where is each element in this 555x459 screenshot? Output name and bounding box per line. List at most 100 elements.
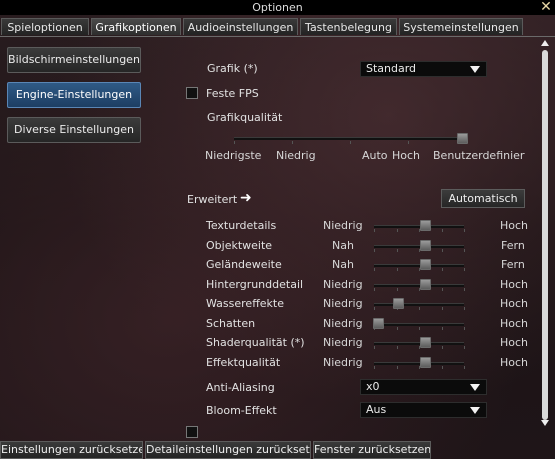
window-title: Optionen: [252, 1, 303, 14]
hintergrunddetail-max-label: Hoch: [500, 278, 529, 291]
tab-grafikoptionen[interactable]: Grafikoptionen: [91, 18, 181, 35]
grafik-label: Grafik (*): [207, 62, 258, 75]
bloom-dropdown[interactable]: Aus: [360, 402, 487, 418]
hintergrunddetail-track: [374, 284, 464, 287]
feste-fps-label: Feste FPS: [206, 87, 259, 100]
shaderqualität-min-label: Niedrig: [323, 336, 363, 349]
tab-systemeinstellungen[interactable]: Systemeinstellungen: [399, 18, 523, 35]
geländeweite-slider[interactable]: [420, 259, 431, 270]
cutoff-checkbox[interactable]: [186, 426, 198, 438]
objektweite-tick: [442, 249, 443, 252]
schatten-max-label: Hoch: [500, 317, 529, 330]
arrow-right-icon[interactable]: ➜: [240, 190, 252, 206]
effektqualität-tick: [374, 366, 375, 369]
schatten-tick: [464, 327, 465, 330]
reset-settings-button[interactable]: Einstellungen zurücksetzen: [0, 441, 143, 459]
geländeweite-track: [374, 264, 464, 267]
wassereffekte-max-label: Hoch: [500, 297, 529, 310]
scroll-down-icon[interactable]: [541, 420, 549, 426]
hintergrunddetail-tick: [374, 288, 375, 291]
shaderqualität-label: Shaderqualität (*): [206, 336, 305, 349]
texturdetails-slider[interactable]: [420, 220, 431, 231]
chevron-down-icon: [470, 407, 480, 414]
sidebar-item-engine-einstellungen[interactable]: Engine-Einstellungen: [7, 82, 141, 108]
shaderqualität-tick: [442, 346, 443, 349]
objektweite-label: Objektweite: [206, 239, 273, 252]
tab-tastenbelegung[interactable]: Tastenbelegung: [300, 18, 397, 35]
bloom-value: Aus: [366, 403, 387, 416]
shaderqualität-track: [374, 342, 464, 345]
tab-audioeinstellungen[interactable]: Audioeinstellungen: [183, 18, 298, 35]
bloom-label: Bloom-Effekt: [206, 404, 277, 417]
effektqualität-tick: [397, 366, 398, 369]
chevron-down-icon: [470, 384, 480, 391]
hintergrunddetail-tick: [442, 288, 443, 291]
effektqualität-tick: [442, 366, 443, 369]
grafikqualitaet-slider[interactable]: [457, 133, 468, 144]
objektweite-slider[interactable]: [420, 240, 431, 251]
objektweite-tick: [397, 249, 398, 252]
schatten-slider[interactable]: [373, 318, 384, 329]
quality-tick: [234, 141, 235, 144]
schatten-min-label: Niedrig: [323, 317, 363, 330]
effektqualität-min-label: Niedrig: [323, 356, 363, 369]
quality-level-benutzerdefiniert: Benutzerdefiniert: [433, 149, 525, 162]
schatten-tick: [442, 327, 443, 330]
hintergrunddetail-min-label: Niedrig: [323, 278, 363, 291]
sidebar-item-diverse-einstellungen[interactable]: Diverse Einstellungen: [7, 117, 141, 143]
automatisch-button[interactable]: Automatisch: [441, 189, 525, 208]
objektweite-min-label: Nah: [332, 239, 354, 252]
hintergrunddetail-tick: [464, 288, 465, 291]
wassereffekte-label: Wassereffekte: [206, 297, 284, 310]
scrollbar-thumb[interactable]: [542, 50, 548, 420]
grafikqualitaet-track: [234, 137, 465, 140]
anti-aliasing-dropdown[interactable]: x0: [360, 379, 487, 395]
grafikqualitaet-label: Grafikqualität: [207, 111, 283, 124]
reset-window-button[interactable]: Fenster zurücksetzen: [313, 441, 431, 459]
texturdetails-label: Texturdetails: [206, 219, 277, 232]
objektweite-max-label: Fern: [501, 239, 525, 252]
sidebar-item-bildschirmeinstellungen[interactable]: Bildschirmeinstellungen: [7, 47, 141, 73]
effektqualität-slider[interactable]: [420, 357, 431, 368]
shaderqualität-max-label: Hoch: [500, 336, 529, 349]
shaderqualität-slider[interactable]: [420, 337, 431, 348]
reset-detail-button[interactable]: Detaileinstellungen zurücksetzen: [145, 441, 311, 459]
wassereffekte-tick: [374, 307, 375, 310]
quality-tick: [292, 141, 293, 144]
scrollbar[interactable]: [541, 40, 550, 426]
close-icon[interactable]: ✕: [539, 0, 553, 15]
scroll-up-icon[interactable]: [541, 40, 549, 46]
objektweite-tick: [464, 249, 465, 252]
grafik-dropdown[interactable]: Standard: [360, 61, 487, 77]
schatten-tick: [397, 327, 398, 330]
tab-spieloptionen[interactable]: Spieloptionen: [1, 18, 89, 35]
effektqualität-tick: [464, 366, 465, 369]
hintergrunddetail-slider[interactable]: [420, 279, 431, 290]
effektqualität-track: [374, 362, 464, 365]
quality-tick: [350, 141, 351, 144]
geländeweite-tick: [374, 268, 375, 271]
texturdetails-max-label: Hoch: [500, 219, 529, 232]
wassereffekte-tick: [442, 307, 443, 310]
schatten-label: Schatten: [206, 317, 256, 330]
anti-aliasing-value: x0: [366, 380, 380, 393]
feste-fps-checkbox[interactable]: [186, 87, 198, 99]
anti-aliasing-label: Anti-Aliasing: [206, 381, 275, 394]
objektweite-track: [374, 245, 464, 248]
quality-level-niedrig: Niedrig: [276, 149, 316, 162]
geländeweite-label: Geländeweite: [206, 258, 282, 271]
quality-level-hoch: Hoch: [392, 149, 421, 162]
shaderqualität-tick: [374, 346, 375, 349]
erweitert-label: Erweitert: [187, 193, 238, 206]
wassereffekte-slider[interactable]: [393, 298, 404, 309]
geländeweite-tick: [464, 268, 465, 271]
wassereffekte-min-label: Niedrig: [323, 297, 363, 310]
texturdetails-tick: [442, 229, 443, 232]
effektqualität-label: Effektqualität: [206, 356, 281, 369]
schatten-tick: [419, 327, 420, 330]
geländeweite-max-label: Fern: [501, 258, 525, 271]
hintergrunddetail-label: Hintergrunddetail: [206, 278, 304, 291]
texturdetails-tick: [397, 229, 398, 232]
wassereffekte-tick: [464, 307, 465, 310]
tab-divider: [0, 36, 555, 37]
